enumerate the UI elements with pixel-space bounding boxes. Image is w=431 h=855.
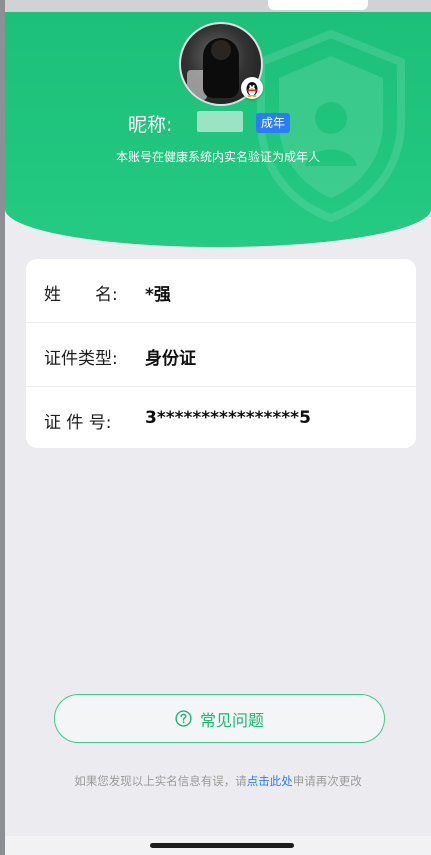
name-value: *强	[145, 285, 171, 305]
id-type-label: 证件类型:	[44, 349, 118, 369]
home-indicator[interactable]	[150, 843, 294, 848]
identity-row-id-type: 证件类型: 身份证	[26, 322, 416, 386]
faq-button-label: 常见问题	[199, 710, 264, 730]
correction-note-prefix: 如果您发现以上实名信息有误，请	[74, 774, 247, 788]
correction-note-suffix: 申请再次更改	[292, 774, 362, 788]
name-label: 姓 名:	[44, 285, 118, 305]
question-circle-icon	[175, 710, 192, 727]
id-number-label: 证 件 号:	[44, 413, 112, 433]
identity-card: 姓 名: *强 证件类型: 身份证 证 件 号: 3**************…	[26, 259, 416, 448]
nickname-label: 昵称:	[128, 114, 173, 136]
faq-button[interactable]: 常见问题	[54, 694, 385, 743]
top-tab	[268, 0, 368, 10]
qq-penguin-icon	[241, 77, 263, 99]
nickname-redacted	[197, 111, 243, 132]
id-number-value: 3****************5	[145, 408, 311, 428]
verification-status-text: 本账号在健康系统内实名验证为成年人	[115, 150, 320, 164]
id-type-value: 身份证	[145, 349, 196, 369]
identity-row-id-number: 证 件 号: 3****************5	[26, 386, 416, 448]
background-edge	[0, 0, 5, 855]
realname-info-page: 昵称: 成年 本账号在健康系统内实名验证为成年人 姓 名: *强 证件类型: 身…	[0, 0, 431, 855]
correction-link[interactable]: 点击此处	[247, 774, 293, 788]
correction-note: 如果您发现以上实名信息有误，请点击此处申请再次更改	[5, 773, 431, 789]
identity-row-name: 姓 名: *强	[26, 259, 416, 322]
adult-badge: 成年	[256, 113, 291, 133]
